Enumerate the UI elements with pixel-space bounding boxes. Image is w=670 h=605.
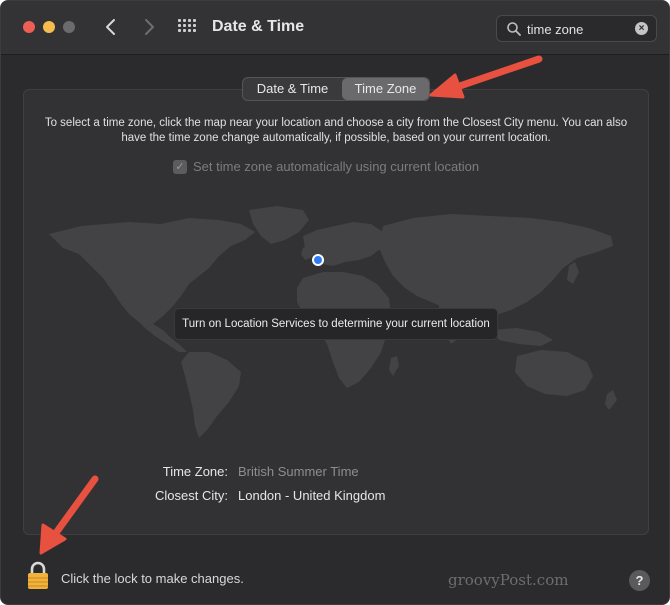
search-field[interactable]: × bbox=[496, 15, 657, 42]
grid-icon bbox=[188, 24, 191, 27]
clear-search-icon[interactable]: × bbox=[635, 22, 648, 35]
grid-icon bbox=[183, 24, 186, 27]
title-bar: Date & Time × bbox=[1, 1, 669, 55]
grid-icon bbox=[183, 29, 186, 32]
map-japan bbox=[567, 262, 579, 284]
grid-icon bbox=[193, 19, 196, 22]
search-icon bbox=[507, 22, 521, 36]
window-title: Date & Time bbox=[212, 18, 305, 35]
chevron-left-icon bbox=[106, 19, 115, 35]
grid-icon bbox=[178, 29, 181, 32]
map-asia bbox=[379, 214, 613, 318]
watermark: groovyPost.com bbox=[448, 571, 569, 589]
auto-time-zone-checkbox[interactable]: ✓ bbox=[173, 160, 187, 174]
time-zone-label: Time Zone: bbox=[162, 464, 228, 479]
minimize-window-button[interactable] bbox=[43, 21, 55, 33]
location-services-tooltip: Turn on Location Services to determine y… bbox=[174, 308, 498, 340]
annotation-arrow-icon bbox=[39, 475, 99, 555]
map-madagascar bbox=[389, 356, 399, 376]
time-zone-instructions: To select a time zone, click the map nea… bbox=[44, 117, 628, 144]
lock-label: Click the lock to make changes. bbox=[61, 571, 244, 586]
back-button[interactable] bbox=[99, 15, 123, 39]
closest-city-label: Closest City: bbox=[155, 488, 228, 503]
preferences-window: Date & Time × Date & Time Time Zone To s… bbox=[0, 0, 670, 605]
grid-icon bbox=[188, 29, 191, 32]
map-southeast-asia-islands bbox=[493, 328, 553, 346]
tab-time-zone[interactable]: Time Zone bbox=[342, 78, 429, 100]
grid-icon bbox=[178, 24, 181, 27]
map-south-america bbox=[181, 352, 241, 438]
current-location-pin[interactable] bbox=[312, 254, 324, 266]
grid-icon bbox=[178, 19, 181, 22]
help-button[interactable]: ? bbox=[629, 570, 650, 591]
map-australia bbox=[515, 350, 593, 396]
map-new-zealand bbox=[605, 390, 617, 410]
grid-icon bbox=[193, 29, 196, 32]
grid-icon bbox=[193, 24, 196, 27]
auto-time-zone-label: Set time zone automatically using curren… bbox=[193, 159, 480, 174]
maximize-window-button[interactable] bbox=[63, 21, 75, 33]
lock-icon[interactable] bbox=[25, 560, 51, 590]
grid-icon bbox=[183, 19, 186, 22]
chevron-right-icon bbox=[145, 19, 154, 35]
search-input[interactable] bbox=[527, 20, 627, 38]
show-all-button[interactable] bbox=[178, 19, 196, 37]
time-zone-value: British Summer Time bbox=[238, 464, 359, 479]
tab-bar: Date & Time Time Zone bbox=[242, 77, 430, 101]
tab-date-time[interactable]: Date & Time bbox=[243, 78, 342, 100]
map-greenland bbox=[249, 206, 309, 244]
annotation-arrow-icon bbox=[429, 55, 543, 99]
forward-button[interactable] bbox=[137, 15, 161, 39]
closest-city-menu[interactable]: London - United Kingdom bbox=[238, 488, 385, 503]
close-window-button[interactable] bbox=[23, 21, 35, 33]
grid-icon bbox=[188, 19, 191, 22]
